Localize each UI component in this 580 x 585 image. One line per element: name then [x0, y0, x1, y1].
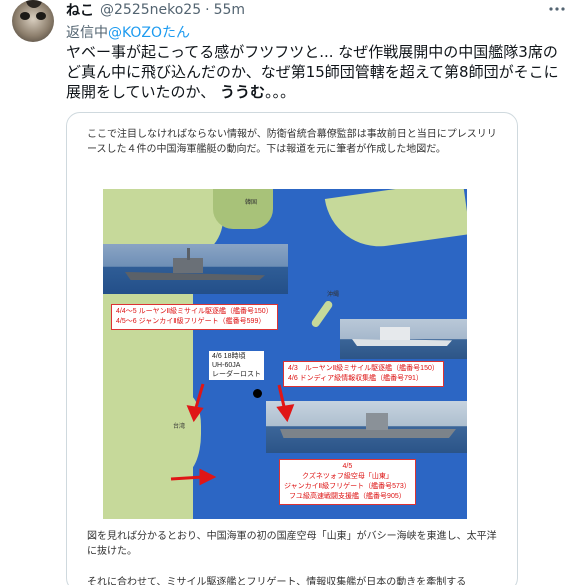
tweet-body: ヤベー事が起こってる感がフツフツと... なぜ作戦展開中の中国艦隊3席のど真ん中…	[66, 42, 572, 102]
timestamp[interactable]: 55m	[214, 2, 245, 18]
tweet-header: ねこ @2525neko25 · 55m	[66, 0, 245, 20]
tweet-text-end: 。。。	[265, 83, 296, 101]
movement-arrows	[170, 383, 295, 486]
tweet-text: ヤベー事が起こってる感がフツフツと... なぜ作戦展開中の中国艦隊3席のど真ん中…	[66, 43, 559, 101]
user-handle[interactable]: @2525neko25	[100, 2, 201, 18]
reply-prefix: 返信中	[66, 25, 108, 41]
avatar[interactable]	[12, 0, 54, 42]
map-figure: 韓国 台湾 沖縄 4/4～5 ルーヤンⅡ級ミサイル駆逐艦（艦番号150） 4/5…	[103, 189, 467, 519]
separator-dot: ·	[205, 2, 210, 18]
reply-to-link[interactable]: @KOZOたん	[108, 25, 190, 41]
display-name[interactable]: ねこ	[66, 0, 94, 20]
arrow-icon	[170, 383, 295, 486]
reply-context: 返信中@KOZOたん	[66, 22, 190, 42]
article-paragraph: 図を見れば分かるとおり、中国海軍の初の国産空母「山東」がバシー海峡を東進し、太平…	[87, 531, 497, 557]
more-horizontal-icon[interactable]	[548, 0, 566, 22]
article-image-card[interactable]: ここで注目しなければならない情報が、防衛省統合幕僚監部は事故前日と当日にプレスリ…	[66, 112, 518, 585]
tweet-bold-text: ううむ	[220, 83, 266, 101]
article-paragraph: ここで注目しなければならない情報が、防衛省統合幕僚監部は事故前日と当日にプレスリ…	[87, 129, 497, 155]
article-paragraph: それに合わせて、ミサイル駆逐艦とフリゲート、情報収集艦が日本の動きを牽制する	[87, 577, 467, 585]
